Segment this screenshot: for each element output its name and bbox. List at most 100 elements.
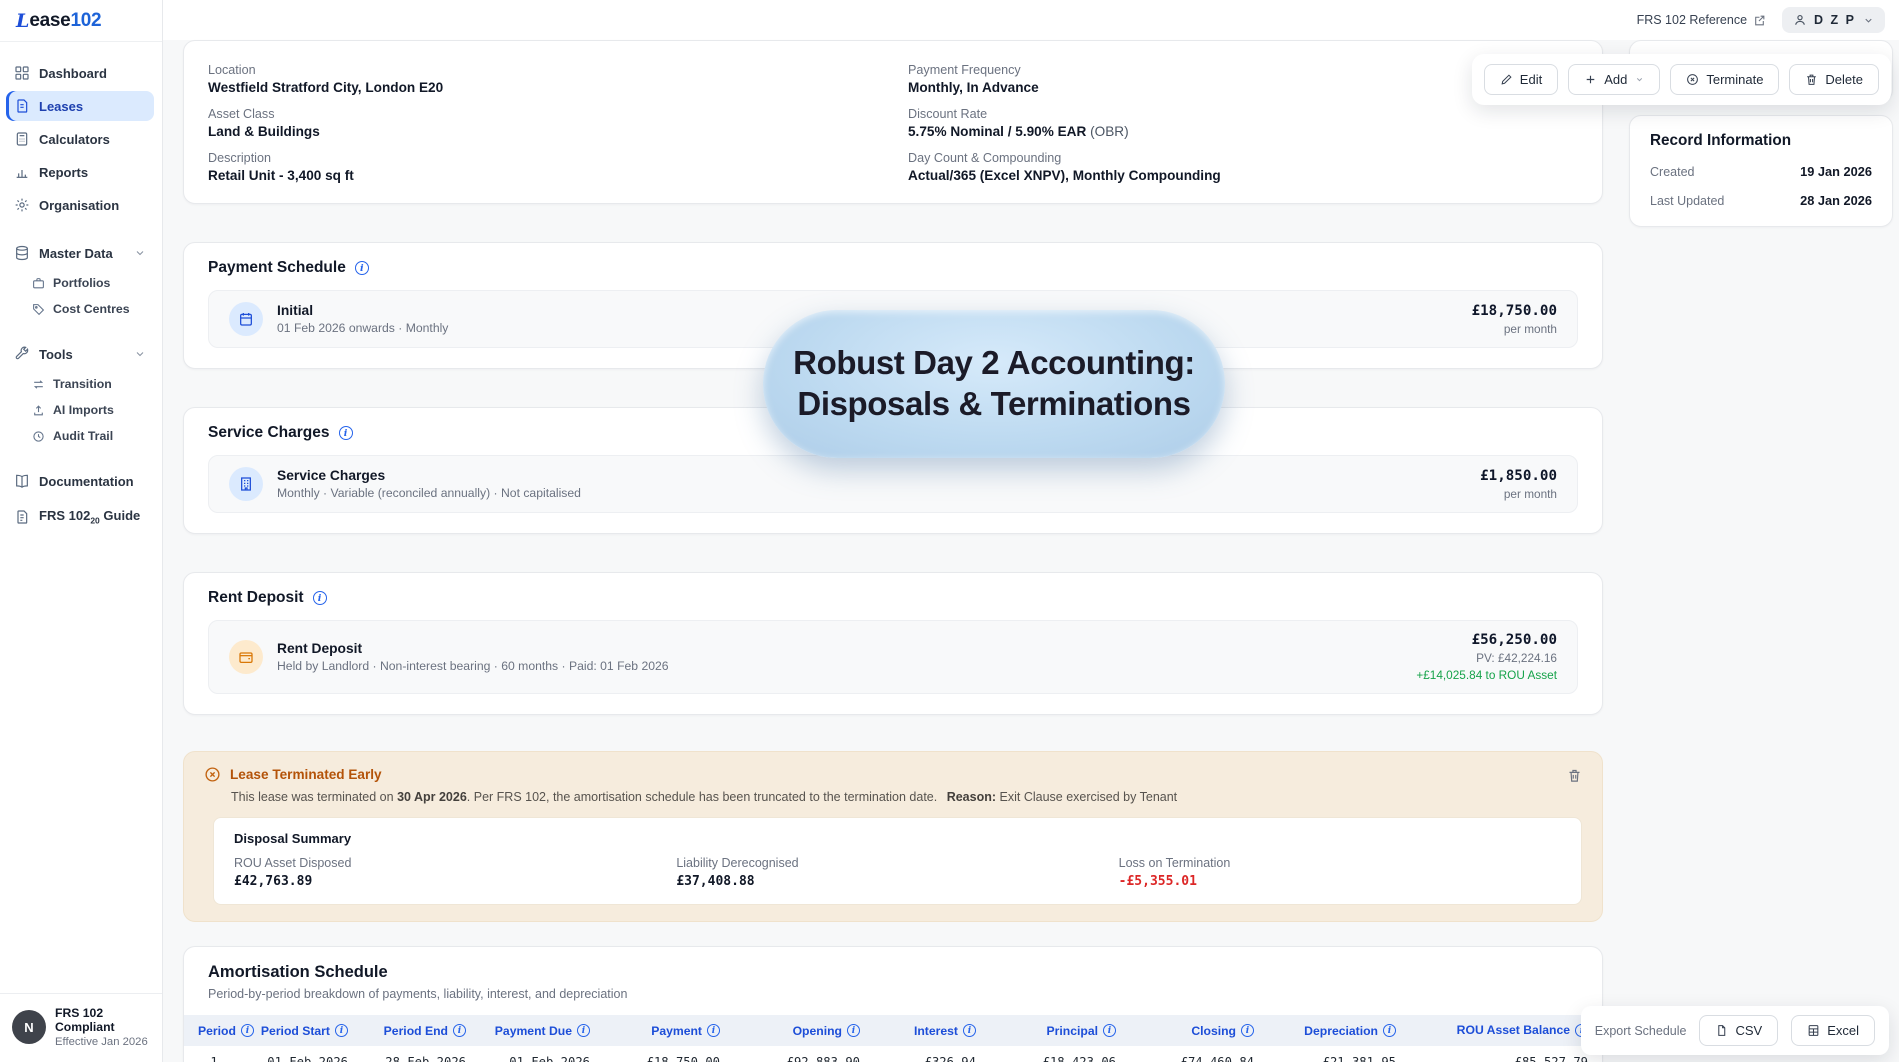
sidebar-item-documentation[interactable]: Documentation — [6, 466, 154, 496]
user-initials: D Z P — [1814, 13, 1856, 27]
sidebar-item-label: Dashboard — [39, 66, 107, 81]
button-label: Edit — [1520, 72, 1542, 87]
field-location: Location Westfield Stratford City, Londo… — [208, 63, 878, 95]
sidebar-item-portfolios[interactable]: Portfolios — [6, 271, 154, 295]
info-icon[interactable]: i — [847, 1024, 860, 1037]
info-icon[interactable]: i — [707, 1024, 720, 1037]
button-label: Excel — [1827, 1023, 1859, 1038]
section-title-text: Service Charges — [208, 424, 330, 442]
main-area: FRS 102 Reference D Z P Location Wes — [163, 0, 1899, 1062]
info-icon[interactable]: i — [577, 1024, 590, 1037]
record-row-created: Created 19 Jan 2026 — [1650, 164, 1872, 179]
disposal-item-liability: Liability Derecognised £37,408.88 — [676, 856, 1118, 889]
info-icon[interactable]: i — [453, 1024, 466, 1037]
disposal-item-rou: ROU Asset Disposed £42,763.89 — [234, 856, 676, 889]
column-header-label: Closing — [1191, 1024, 1236, 1038]
bar-chart-icon — [14, 164, 30, 180]
sidebar-item-transition[interactable]: Transition — [6, 372, 154, 396]
app-logo: Lease102 — [0, 0, 162, 42]
compliance-title: FRS 102 Compliant — [55, 1006, 150, 1034]
user-menu-button[interactable]: D Z P — [1782, 7, 1885, 33]
sidebar-item-reports[interactable]: Reports — [6, 157, 154, 187]
sidebar-section-master-data[interactable]: Master Data — [6, 238, 154, 268]
disposal-value-loss: -£5,355.01 — [1119, 874, 1561, 889]
sidebar-item-label: Reports — [39, 165, 88, 180]
field-description: Description Retail Unit - 3,400 sq ft — [208, 151, 878, 183]
termination-text: . Per FRS 102, the amortisation schedule… — [467, 790, 937, 804]
avatar[interactable]: N — [12, 1010, 46, 1044]
termination-title: Lease Terminated Early — [230, 767, 382, 782]
add-button[interactable]: Add — [1568, 64, 1660, 95]
compliance-subtitle: Effective Jan 2026 — [55, 1036, 150, 1048]
external-link-icon — [1753, 14, 1766, 27]
deposit-amount: £56,250.00 — [1416, 632, 1557, 648]
schedule-meta: Held by Landlord · Non-interest bearing … — [277, 659, 669, 673]
export-excel-button[interactable]: Excel — [1791, 1015, 1875, 1046]
delete-button[interactable]: Delete — [1789, 64, 1879, 95]
service-charges-row[interactable]: Service Charges Monthly · Variable (reco… — [208, 455, 1578, 513]
terminate-button[interactable]: Terminate — [1670, 64, 1779, 95]
sidebar-item-dashboard[interactable]: Dashboard — [6, 58, 154, 88]
button-label: Terminate — [1706, 72, 1763, 87]
calculator-icon — [14, 131, 30, 147]
info-icon[interactable]: i — [1241, 1024, 1254, 1037]
amortisation-subtitle: Period-by-period breakdown of payments, … — [208, 987, 1578, 1001]
record-information-title: Record Information — [1650, 132, 1872, 150]
content-area: Location Westfield Stratford City, Londo… — [163, 40, 1899, 1062]
schedule-amount: £18,750.00 — [1472, 303, 1557, 319]
field-discount-rate: Discount Rate 5.75% Nominal / 5.90% EAR … — [908, 107, 1578, 139]
calendar-icon — [229, 302, 263, 336]
record-label: Created — [1650, 165, 1694, 179]
record-information-card: Record Information Created 19 Jan 2026 L… — [1629, 115, 1893, 227]
info-icon[interactable]: i — [355, 261, 369, 275]
sidebar-item-organisation[interactable]: Organisation — [6, 190, 154, 220]
sidebar-section-tools[interactable]: Tools — [6, 339, 154, 369]
info-icon[interactable]: i — [339, 426, 353, 440]
sidebar-item-calculators[interactable]: Calculators — [6, 124, 154, 154]
sidebar-section-label: Master Data — [39, 246, 113, 261]
disposal-label: Liability Derecognised — [676, 856, 1118, 870]
table-cell: £21,381.95 — [1268, 1046, 1410, 1062]
disposal-summary-title: Disposal Summary — [234, 831, 1561, 846]
guide-label-sub: 20 — [90, 516, 99, 526]
table-cell: 01 Feb 2026 — [244, 1046, 362, 1062]
sidebar-item-ai-imports[interactable]: AI Imports — [6, 398, 154, 422]
sidebar-item-frs-guide[interactable]: FRS 10220 Guide — [6, 502, 154, 532]
sidebar-item-cost-centres[interactable]: Cost Centres — [6, 297, 154, 321]
button-label: Add — [1604, 72, 1627, 87]
info-icon[interactable]: i — [1383, 1024, 1396, 1037]
rent-deposit-row[interactable]: Rent Deposit Held by Landlord · Non-inte… — [208, 620, 1578, 694]
chevron-down-icon — [1863, 15, 1874, 26]
termination-text: This lease was terminated on — [231, 790, 397, 804]
record-value: 19 Jan 2026 — [1800, 164, 1872, 179]
x-circle-icon — [1686, 73, 1699, 86]
termination-reason-label: Reason: — [947, 790, 996, 804]
export-csv-button[interactable]: CSV — [1699, 1015, 1778, 1046]
rent-deposit-title: Rent Deposit i — [208, 589, 1578, 607]
table-cell: £326.94 — [874, 1046, 990, 1062]
trash-icon[interactable] — [1567, 768, 1582, 783]
info-icon[interactable]: i — [963, 1024, 976, 1037]
upload-icon — [32, 404, 45, 417]
frs-reference-link[interactable]: FRS 102 Reference — [1637, 13, 1766, 27]
sidebar-item-leases[interactable]: Leases — [6, 91, 154, 121]
sidebar-item-label: Audit Trail — [53, 429, 113, 443]
schedule-meta: Monthly · Variable (reconciled annually)… — [277, 486, 581, 500]
sidebar-item-audit-trail[interactable]: Audit Trail — [6, 424, 154, 448]
info-icon[interactable]: i — [241, 1024, 254, 1037]
info-icon[interactable]: i — [313, 591, 327, 605]
edit-button[interactable]: Edit — [1484, 64, 1558, 95]
termination-reason-value: Exit Clause exercised by Tenant — [1000, 790, 1178, 804]
column-header-label: Period — [198, 1024, 236, 1038]
table-cell: £18,750.00 — [604, 1046, 734, 1062]
amortisation-header: Amortisation Schedule Period-by-period b… — [184, 963, 1602, 1001]
info-icon[interactable]: i — [1103, 1024, 1116, 1037]
action-toolbar: Edit Add Terminate Delete — [1472, 54, 1891, 105]
column-header: Principali — [990, 1015, 1130, 1046]
info-icon[interactable]: i — [335, 1024, 348, 1037]
discount-rate-suffix: (OBR) — [1086, 124, 1128, 139]
disposal-summary-card: Disposal Summary ROU Asset Disposed £42,… — [213, 817, 1582, 905]
termination-banner: Lease Terminated Early This lease was te… — [183, 751, 1603, 922]
column-header: ROU Asset Balancei — [1410, 1015, 1602, 1046]
promo-bubble-line2: Disposals & Terminations — [797, 384, 1190, 425]
